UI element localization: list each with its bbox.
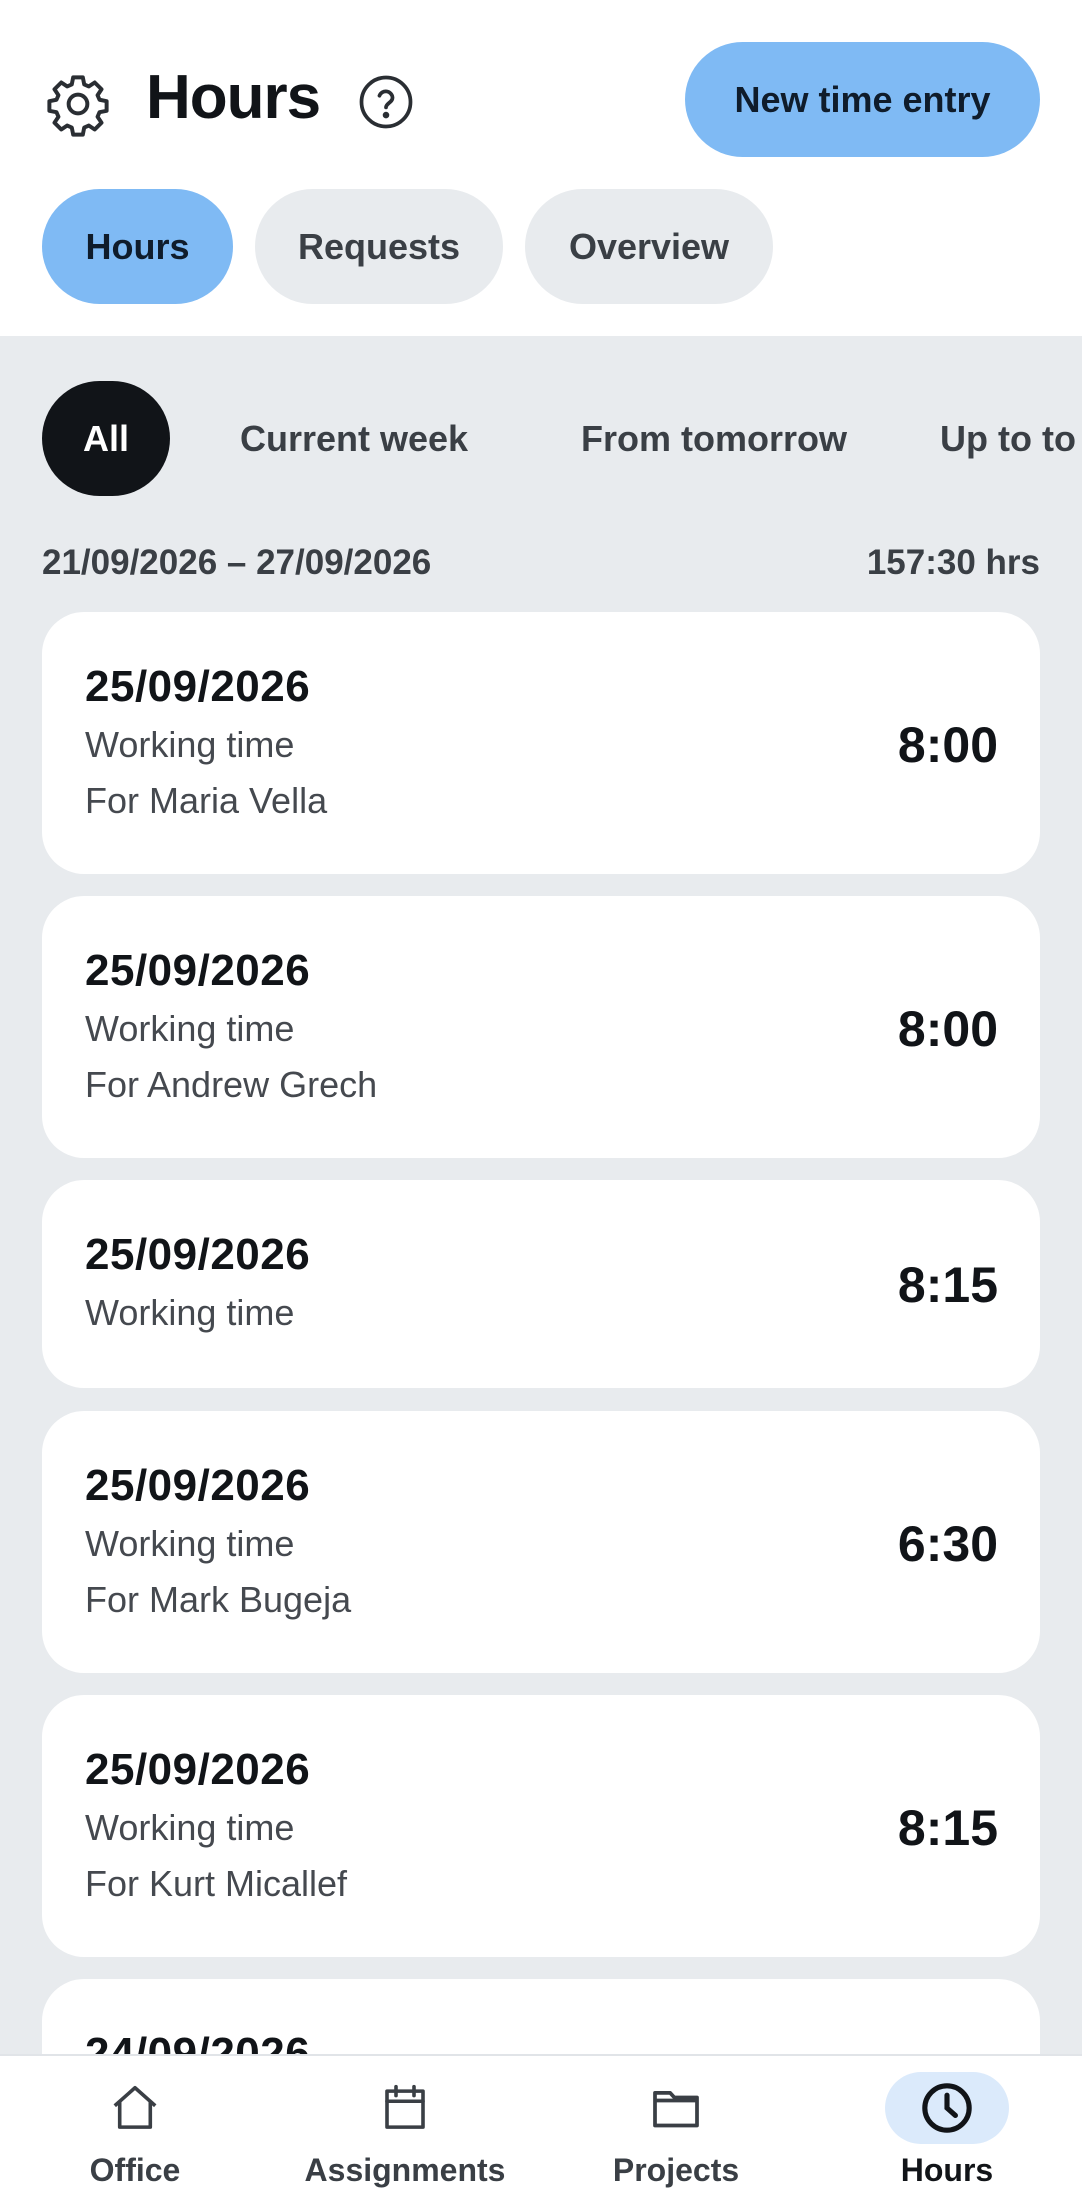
filter-current-week[interactable]: Current week xyxy=(222,381,486,496)
entry-duration: 6:30 xyxy=(897,1516,998,1572)
page-title: Hours xyxy=(146,63,321,132)
nav-hours-label: Hours xyxy=(900,2152,994,2188)
time-entry-card[interactable]: 25/09/2026 Working time For Maria Vella … xyxy=(42,612,1040,874)
entry-type: Working time xyxy=(85,724,295,765)
entry-duration: 8:15 xyxy=(897,1257,998,1313)
entry-date: 25/09/2026 xyxy=(85,1745,311,1794)
header-area: Hours New time entry Hours Requests Over… xyxy=(0,0,1082,336)
entry-date: 25/09/2026 xyxy=(85,1230,311,1279)
nav-hours[interactable]: Hours xyxy=(885,2056,1009,2202)
calendar-icon xyxy=(385,2084,425,2129)
week-range: 21/09/2026 – 27/09/2026 xyxy=(42,543,432,582)
nav-assignments-label: Assignments xyxy=(304,2152,506,2188)
tab-requests[interactable]: Requests xyxy=(255,189,503,304)
folder-icon xyxy=(653,2090,699,2128)
nav-office-label: Office xyxy=(89,2152,181,2188)
entry-person: For Mark Bugeja xyxy=(85,1579,352,1620)
filter-from-tomorrow[interactable]: From tomorrow xyxy=(566,381,862,496)
nav-projects-label: Projects xyxy=(612,2152,740,2188)
entry-type: Working time xyxy=(85,1523,295,1564)
question-circle-icon[interactable] xyxy=(358,74,414,130)
entry-duration: 8:15 xyxy=(897,1800,998,1856)
entry-type: Working time xyxy=(85,1292,295,1333)
filter-all[interactable]: All xyxy=(42,381,170,496)
tab-hours[interactable]: Hours xyxy=(42,189,233,304)
entry-type: Working time xyxy=(85,1807,295,1848)
entry-type: Working time xyxy=(85,1008,295,1049)
time-entry-card[interactable]: 25/09/2026 Working time For Mark Bugeja … xyxy=(42,1411,1040,1673)
nav-office[interactable]: Office xyxy=(73,2056,197,2202)
week-total-hours: 157:30 hrs xyxy=(866,543,1040,582)
entry-date: 25/09/2026 xyxy=(85,946,311,995)
time-entry-card[interactable]: 25/09/2026 Working time 8:15 xyxy=(42,1180,1040,1388)
bottom-navigation: Office Assignments Projects Hours xyxy=(0,2054,1082,2202)
entry-person: For Maria Vella xyxy=(85,780,328,821)
nav-projects[interactable]: Projects xyxy=(584,2056,768,2202)
entry-duration: 8:00 xyxy=(897,1001,998,1057)
home-icon xyxy=(113,2085,157,2129)
gear-icon[interactable] xyxy=(44,70,112,138)
new-time-entry-button[interactable]: New time entry xyxy=(685,42,1040,157)
clock-icon xyxy=(922,2083,972,2133)
entry-date: 25/09/2026 xyxy=(85,662,311,711)
entry-duration: 8:00 xyxy=(897,717,998,773)
tab-overview[interactable]: Overview xyxy=(525,189,773,304)
entry-person: For Kurt Micallef xyxy=(85,1863,348,1904)
nav-assignments[interactable]: Assignments xyxy=(278,2056,532,2202)
time-entry-card[interactable]: 25/09/2026 Working time For Andrew Grech… xyxy=(42,896,1040,1158)
entry-person: For Andrew Grech xyxy=(85,1064,378,1105)
filter-up-to-today[interactable]: Up to to xyxy=(940,381,1082,496)
time-entry-card[interactable]: 25/09/2026 Working time For Kurt Micalle… xyxy=(42,1695,1040,1957)
entry-date: 25/09/2026 xyxy=(85,1461,311,1510)
